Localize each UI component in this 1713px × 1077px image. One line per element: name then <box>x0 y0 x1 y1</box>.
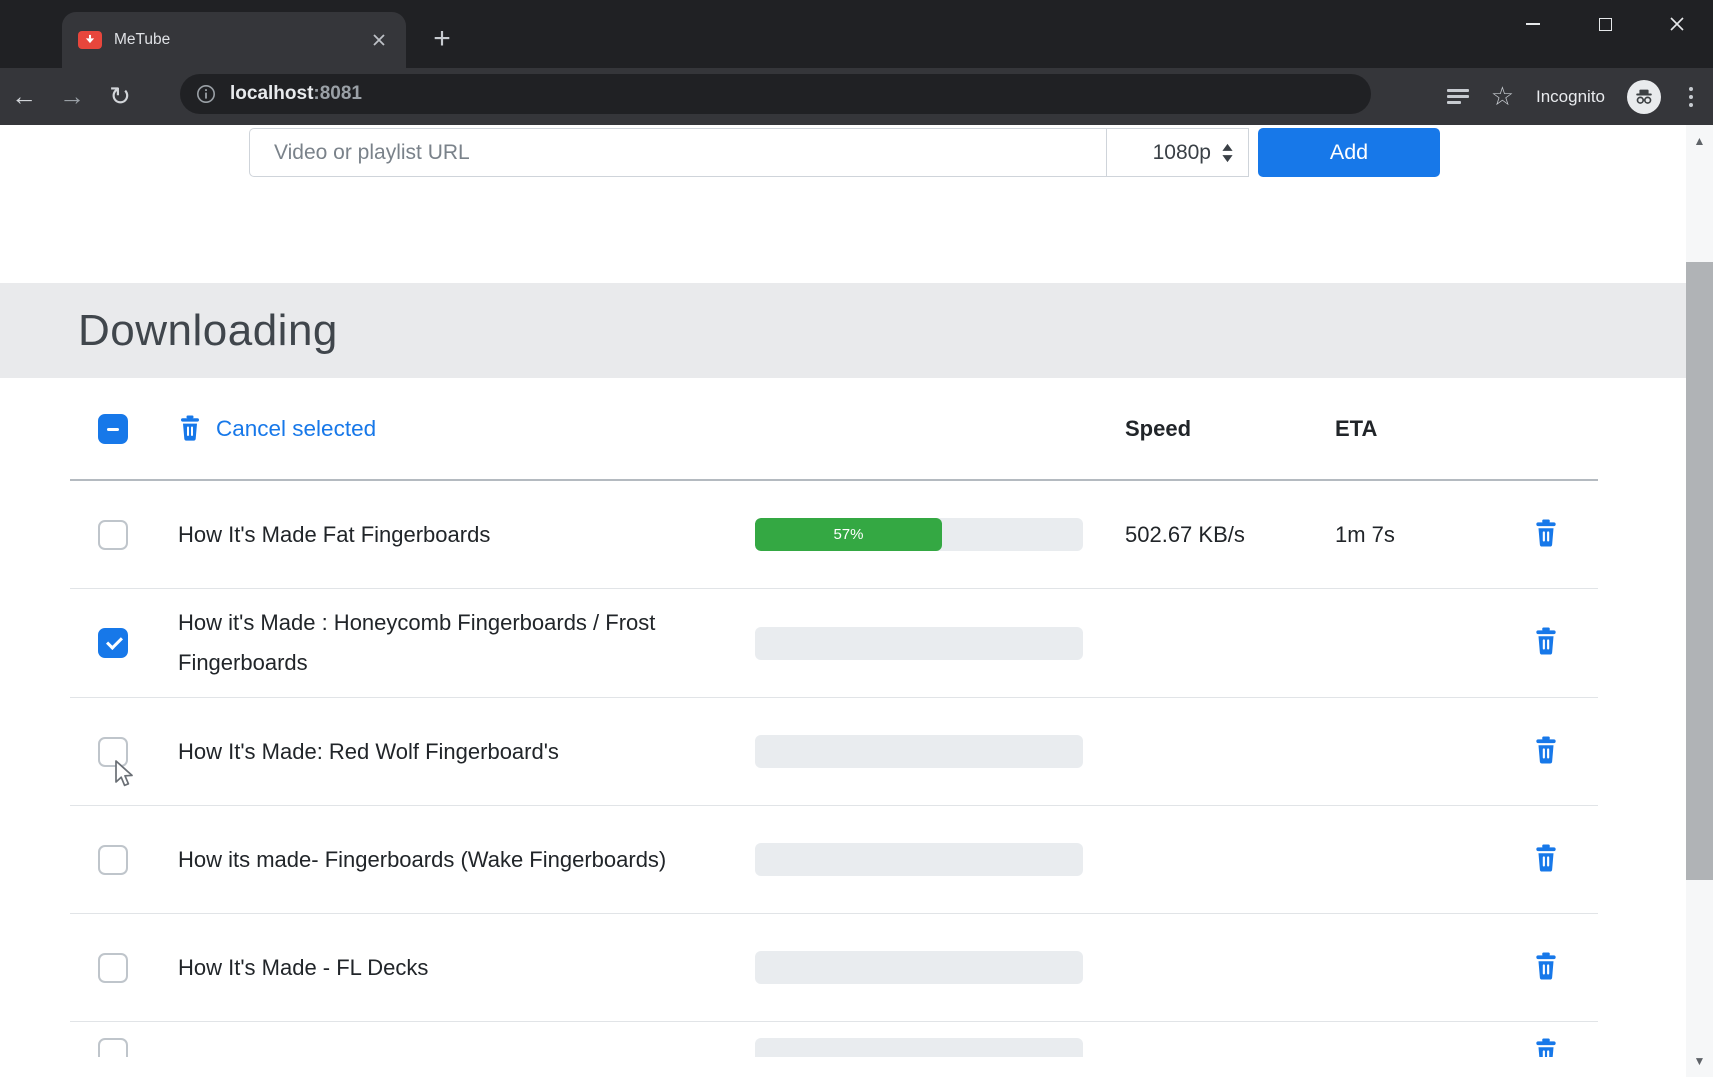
trash-icon <box>1533 519 1559 548</box>
maximize-icon <box>1599 18 1612 31</box>
quality-select[interactable]: 1080p <box>1106 128 1249 177</box>
incognito-avatar-icon[interactable] <box>1627 80 1661 114</box>
download-row <box>70 1022 1598 1057</box>
mouse-cursor <box>112 760 138 795</box>
row-checkbox[interactable] <box>98 953 128 983</box>
row-checkbox[interactable] <box>98 1038 128 1057</box>
download-row: How It's Made - FL Decks <box>70 914 1598 1022</box>
trash-icon <box>1533 844 1559 873</box>
download-title: How It's Made Fat Fingerboards <box>178 515 490 555</box>
trash-icon <box>178 415 202 442</box>
metube-favicon-icon <box>78 31 102 49</box>
row-checkbox[interactable] <box>98 845 128 875</box>
scrollbar-thumb[interactable] <box>1686 262 1713 880</box>
progress-bar <box>755 735 1083 768</box>
maximize-button[interactable] <box>1569 0 1641 48</box>
reload-button[interactable]: ↻ <box>96 81 144 112</box>
close-icon <box>1669 16 1685 32</box>
download-row: How It's Made Fat Fingerboards 57% 502.6… <box>70 481 1598 589</box>
select-arrows-icon <box>1221 143 1234 163</box>
cancel-selected-button[interactable]: Cancel selected <box>178 409 755 449</box>
progress-label: 57% <box>833 526 863 543</box>
progress-fill: 57% <box>755 518 942 551</box>
download-row: How its made- Fingerboards (Wake Fingerb… <box>70 806 1598 914</box>
list-controls-row: Cancel selected Speed ETA <box>70 378 1598 481</box>
new-tab-button[interactable]: + <box>426 24 458 56</box>
select-all-checkbox[interactable] <box>98 414 128 444</box>
tab-title: MeTube <box>114 31 368 49</box>
scroll-down-arrow-icon[interactable]: ▼ <box>1686 1045 1713 1077</box>
progress-bar <box>755 951 1083 984</box>
progress-bar <box>755 1038 1083 1057</box>
cancel-selected-label: Cancel selected <box>216 409 376 449</box>
browser-tab-metube[interactable]: MeTube <box>62 12 406 68</box>
delete-download-button[interactable] <box>1533 519 1559 551</box>
delete-download-button[interactable] <box>1533 844 1559 876</box>
browser-toolbar: ← → ↻ localhost:8081 ☆ Incognito <box>0 68 1713 125</box>
download-rows: How It's Made Fat Fingerboards 57% 502.6… <box>70 481 1598 1057</box>
download-title: How it's Made : Honeycomb Fingerboards /… <box>178 603 693 683</box>
delete-download-button[interactable] <box>1533 736 1559 768</box>
delete-download-button[interactable] <box>1533 1038 1559 1057</box>
site-info-icon[interactable] <box>196 84 216 104</box>
minimize-button[interactable] <box>1497 0 1569 48</box>
speed-value: 502.67 KB/s <box>1083 522 1335 548</box>
row-checkbox[interactable] <box>98 520 128 550</box>
download-row: How It's Made: Red Wolf Fingerboard's <box>70 698 1598 806</box>
add-button[interactable]: Add <box>1258 128 1440 177</box>
scroll-up-arrow-icon[interactable]: ▲ <box>1686 125 1713 157</box>
download-title: How its made- Fingerboards (Wake Fingerb… <box>178 840 666 880</box>
url-host: localhost <box>230 83 313 104</box>
row-checkbox[interactable] <box>98 628 128 658</box>
speed-column-header: Speed <box>1083 416 1335 442</box>
tab-close-icon[interactable] <box>368 29 390 51</box>
incognito-label: Incognito <box>1536 87 1605 107</box>
add-download-form: 1080p Add <box>249 128 1440 177</box>
page-scrollbar[interactable]: ▲ ▼ <box>1686 125 1713 1077</box>
browser-menu-icon[interactable] <box>1683 87 1699 107</box>
download-list: Cancel selected Speed ETA How It's Made … <box>70 378 1598 1057</box>
progress-bar: 57% <box>755 518 1083 551</box>
delete-download-button[interactable] <box>1533 627 1559 659</box>
url-text: localhost:8081 <box>230 83 362 105</box>
trash-icon <box>1533 1038 1559 1057</box>
bookmark-star-icon[interactable]: ☆ <box>1491 81 1514 112</box>
downloading-section-header: Downloading <box>0 283 1713 378</box>
address-bar[interactable]: localhost:8081 <box>180 74 1371 114</box>
eta-value: 1m 7s <box>1335 522 1533 548</box>
video-url-input[interactable] <box>249 128 1106 177</box>
delete-download-button[interactable] <box>1533 952 1559 984</box>
reading-list-icon[interactable] <box>1447 86 1469 107</box>
progress-bar <box>755 843 1083 876</box>
download-row: How it's Made : Honeycomb Fingerboards /… <box>70 589 1598 698</box>
trash-icon <box>1533 627 1559 656</box>
tab-strip: MeTube + <box>0 0 1713 68</box>
progress-bar <box>755 627 1083 660</box>
close-window-button[interactable] <box>1641 0 1713 48</box>
section-title: Downloading <box>78 306 338 356</box>
minimize-icon <box>1526 23 1540 25</box>
trash-icon <box>1533 736 1559 765</box>
download-title: How It's Made - FL Decks <box>178 948 428 988</box>
url-port: :8081 <box>313 83 362 104</box>
forward-button[interactable]: → <box>48 81 96 112</box>
back-button[interactable]: ← <box>0 81 48 112</box>
quality-value: 1080p <box>1153 141 1211 165</box>
trash-icon <box>1533 952 1559 981</box>
download-title: How It's Made: Red Wolf Fingerboard's <box>178 732 559 772</box>
eta-column-header: ETA <box>1335 416 1533 442</box>
